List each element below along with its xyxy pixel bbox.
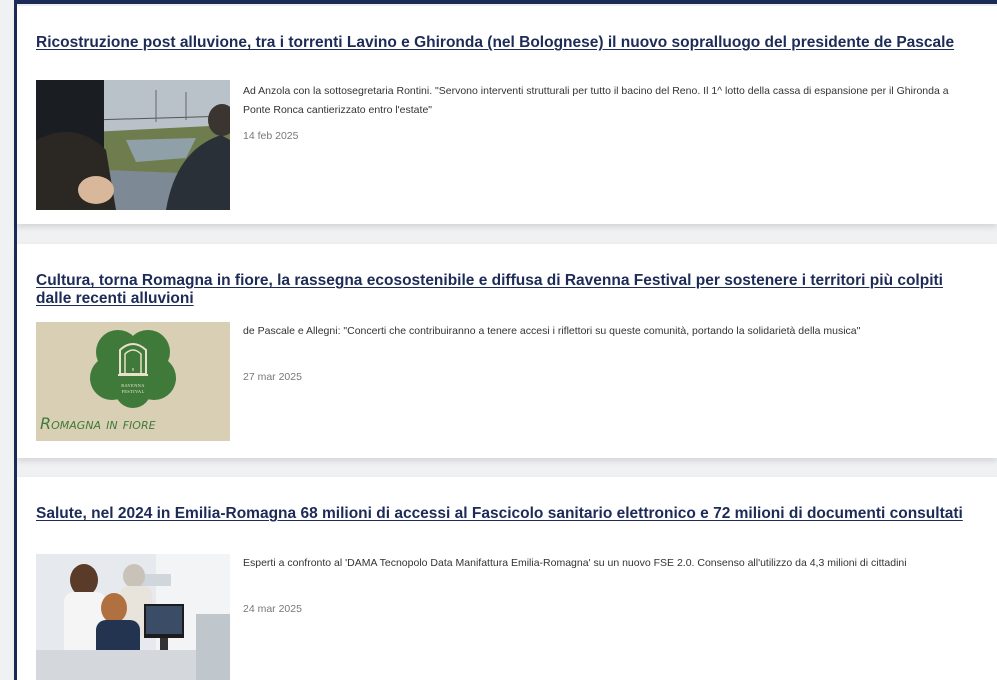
news-card: Salute, nel 2024 in Emilia-Romagna 68 mi… — [17, 477, 997, 680]
news-thumbnail-image[interactable] — [36, 80, 230, 210]
news-title-link[interactable]: Ricostruzione post alluvione, tra i torr… — [36, 34, 966, 52]
logo-wordmark: Romagna in fiore — [40, 414, 156, 433]
news-date: 27 mar 2025 — [243, 371, 302, 383]
news-description: Ad Anzola con la sottosegretaria Rontini… — [243, 85, 949, 116]
logo-badge-ravenna: RAVENNA — [121, 383, 145, 388]
people-at-computer-photo — [36, 554, 230, 680]
page-frame-top-border — [14, 0, 997, 4]
news-date: 14 feb 2025 — [243, 130, 299, 142]
news-title-link[interactable]: Cultura, torna Romagna in fiore, la rass… — [36, 272, 966, 308]
news-description: de Pascale e Allegni: "Concerti che cont… — [243, 325, 861, 337]
logo-badge-festival: FESTIVAL — [121, 389, 145, 394]
news-description: Esperti a confronto al 'DAMA Tecnopolo D… — [243, 557, 907, 569]
river-site-photo — [36, 80, 230, 210]
news-card: Ricostruzione post alluvione, tra i torr… — [17, 6, 997, 224]
news-thumbnail-image[interactable] — [36, 554, 230, 680]
news-thumbnail-image[interactable]: RAVENNA FESTIVAL Romagna in fiore — [36, 322, 230, 441]
news-date: 24 mar 2025 — [243, 603, 302, 615]
news-title-link[interactable]: Salute, nel 2024 in Emilia-Romagna 68 mi… — [36, 505, 966, 523]
news-card: Cultura, torna Romagna in fiore, la rass… — [17, 244, 997, 458]
